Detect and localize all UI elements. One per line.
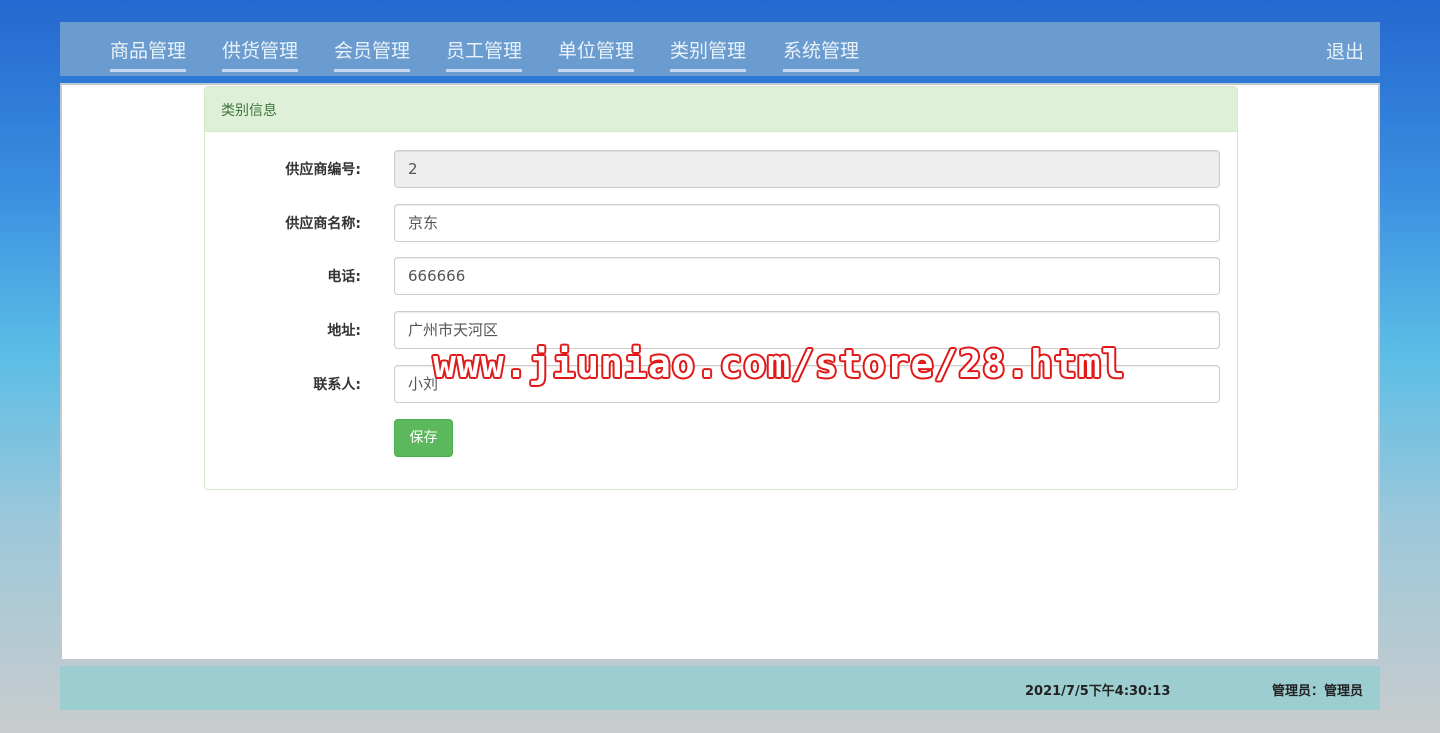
supplier-name-label: 供应商名称: — [285, 216, 361, 232]
form-row-supplier-name: 供应商名称: 京东 — [205, 204, 1237, 242]
supplier-name-field[interactable]: 京东 — [394, 204, 1220, 242]
category-info-panel: 类别信息 供应商编号: 2 供应商名称: 京东 电话: 666666 地址: 广… — [204, 86, 1238, 490]
nav-item-product[interactable]: 商品管理 — [110, 39, 187, 72]
nav-item-member[interactable]: 会员管理 — [334, 39, 411, 72]
phone-label: 电话: — [327, 269, 361, 285]
save-button[interactable]: 保存 — [394, 419, 453, 457]
panel-title: 类别信息 — [205, 87, 1237, 132]
supplier-id-field: 2 — [394, 150, 1220, 188]
form-row-supplier-id: 供应商编号: 2 — [205, 150, 1237, 188]
address-label: 地址: — [327, 323, 361, 339]
nav-item-category[interactable]: 类别管理 — [670, 39, 747, 72]
footer-user: 管理员：管理员 — [1271, 684, 1363, 699]
watermark-text: www.jiuniao.com/store/28.html — [433, 342, 1126, 386]
contact-label: 联系人: — [313, 377, 361, 393]
nav-item-unit[interactable]: 单位管理 — [558, 39, 635, 72]
nav-item-supply[interactable]: 供货管理 — [222, 39, 299, 72]
phone-field[interactable]: 666666 — [394, 257, 1220, 295]
nav-item-staff[interactable]: 员工管理 — [446, 39, 523, 72]
status-footer: 2021/7/5下午4:30:13 管理员：管理员 — [60, 666, 1380, 710]
nav-item-system[interactable]: 系统管理 — [783, 39, 860, 72]
supplier-id-label: 供应商编号: — [285, 162, 361, 178]
footer-datetime: 2021/7/5下午4:30:13 — [1025, 684, 1171, 699]
top-navigation-bar: 商品管理 供货管理 会员管理 员工管理 单位管理 类别管理 系统管理 退出 — [60, 22, 1380, 76]
form-row-phone: 电话: 666666 — [205, 257, 1237, 295]
logout-link[interactable]: 退出 — [1326, 40, 1364, 64]
